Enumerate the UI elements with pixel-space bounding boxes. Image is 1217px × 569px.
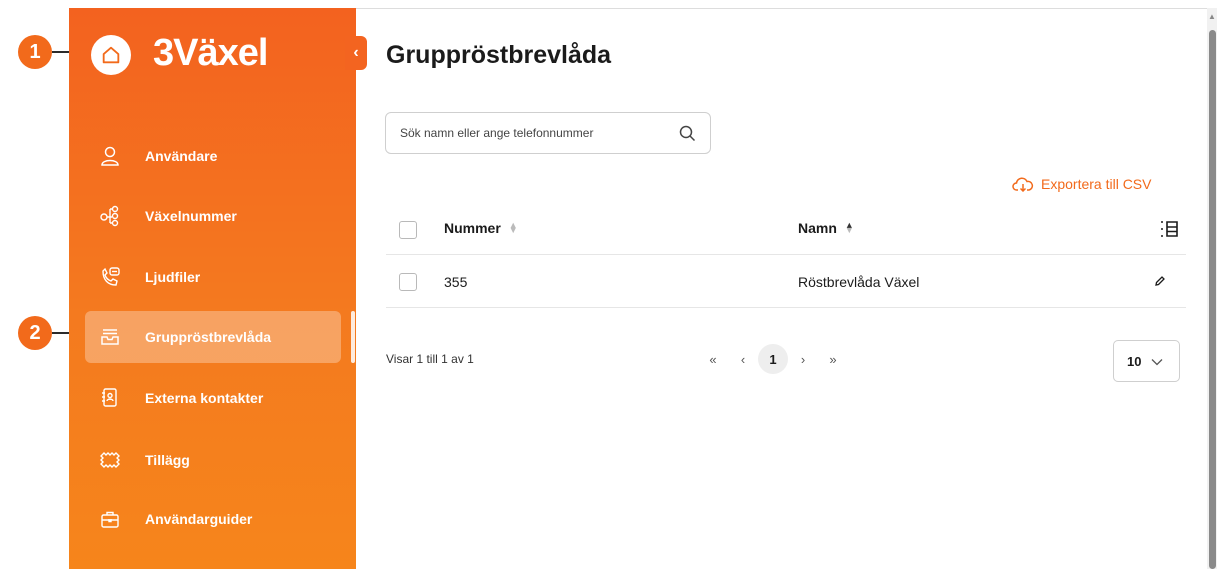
- home-icon: [102, 46, 120, 64]
- briefcase-icon: [97, 506, 123, 532]
- export-csv-label: Exportera till CSV: [1041, 176, 1152, 192]
- page-size-select[interactable]: 10: [1113, 340, 1180, 382]
- pagination-summary: Visar 1 till 1 av 1: [386, 352, 474, 366]
- top-divider: [356, 8, 1207, 9]
- page-title: Gruppröstbrevlåda: [386, 41, 612, 69]
- contact-book-icon: [97, 385, 123, 411]
- cell-namn: Röstbrevlåda Växel: [798, 274, 920, 290]
- select-all-checkbox[interactable]: [399, 221, 417, 239]
- pagination: « ‹ 1 › »: [698, 344, 848, 374]
- user-icon: [97, 143, 123, 169]
- first-page-button[interactable]: «: [698, 344, 728, 374]
- page-size-value: 10: [1127, 353, 1142, 369]
- column-header-namn[interactable]: Namn ▲ ▼: [798, 220, 854, 236]
- callout-2: 2: [18, 316, 52, 350]
- search-input[interactable]: [400, 123, 670, 143]
- column-settings-icon[interactable]: [1158, 218, 1180, 245]
- scroll-up-arrow[interactable]: ▲: [1208, 12, 1216, 21]
- phone-audio-icon: [97, 264, 123, 290]
- cell-nummer: 355: [444, 274, 468, 290]
- sidebar-item-label: Ljudfiler: [145, 269, 201, 285]
- sidebar-item-label: Växelnummer: [145, 208, 237, 224]
- voicemail-inbox-icon: [97, 324, 123, 350]
- sidebar-item-label: Användarguider: [145, 511, 253, 527]
- page-button-current[interactable]: 1: [758, 344, 788, 374]
- search-icon[interactable]: [679, 125, 696, 147]
- sidebar-item-grupprostbrevlada[interactable]: Gruppröstbrevlåda: [85, 311, 341, 363]
- callout-1: 1: [18, 35, 52, 69]
- org-chart-icon: [97, 203, 123, 229]
- ticket-icon: [97, 447, 123, 473]
- scrollbar-thumb[interactable]: [1209, 30, 1216, 569]
- app-window: 1 2 3Växel ‹ Användare Växelnummer Ljudf…: [0, 0, 1217, 569]
- active-indicator: [351, 311, 355, 363]
- column-header-nummer[interactable]: Nummer ▲ ▼: [444, 220, 518, 236]
- sidebar-item-anvandarguider[interactable]: Användarguider: [85, 493, 341, 545]
- home-button[interactable]: [91, 35, 131, 75]
- sort-icon: ▲ ▼: [508, 220, 518, 235]
- previous-page-button[interactable]: ‹: [728, 344, 758, 374]
- sidebar: 3Växel ‹ Användare Växelnummer Ljudfiler: [69, 8, 367, 569]
- logo-text: 3Växel: [153, 32, 268, 74]
- chevron-down-icon: [1151, 354, 1163, 369]
- sidebar-item-tillagg[interactable]: Tillägg: [85, 434, 341, 486]
- table-header: Nummer ▲ ▼ Namn ▲ ▼: [386, 205, 1186, 255]
- last-page-button[interactable]: »: [818, 344, 848, 374]
- search-box: [385, 112, 711, 154]
- chevron-left-icon: ‹: [353, 44, 359, 61]
- sidebar-item-label: Externa kontakter: [145, 390, 264, 406]
- sidebar-item-externa-kontakter[interactable]: Externa kontakter: [85, 372, 341, 424]
- sidebar-item-label: Användare: [145, 148, 218, 164]
- sidebar-item-vaxelnummer[interactable]: Växelnummer: [85, 190, 341, 242]
- sidebar-item-label: Gruppröstbrevlåda: [145, 329, 272, 345]
- collapse-sidebar-button[interactable]: ‹: [345, 36, 367, 70]
- sidebar-item-anvandare[interactable]: Användare: [85, 130, 341, 182]
- sidebar-item-ljudfiler[interactable]: Ljudfiler: [85, 251, 341, 303]
- edit-icon[interactable]: [1154, 274, 1166, 292]
- export-csv-button[interactable]: Exportera till CSV: [1012, 176, 1151, 192]
- sort-ascending-icon: ▲ ▼: [844, 220, 854, 235]
- row-checkbox[interactable]: [399, 273, 417, 291]
- next-page-button[interactable]: ›: [788, 344, 818, 374]
- table-row[interactable]: 355 Röstbrevlåda Växel: [386, 256, 1186, 308]
- cloud-download-icon: [1012, 177, 1034, 192]
- sidebar-item-label: Tillägg: [145, 452, 190, 468]
